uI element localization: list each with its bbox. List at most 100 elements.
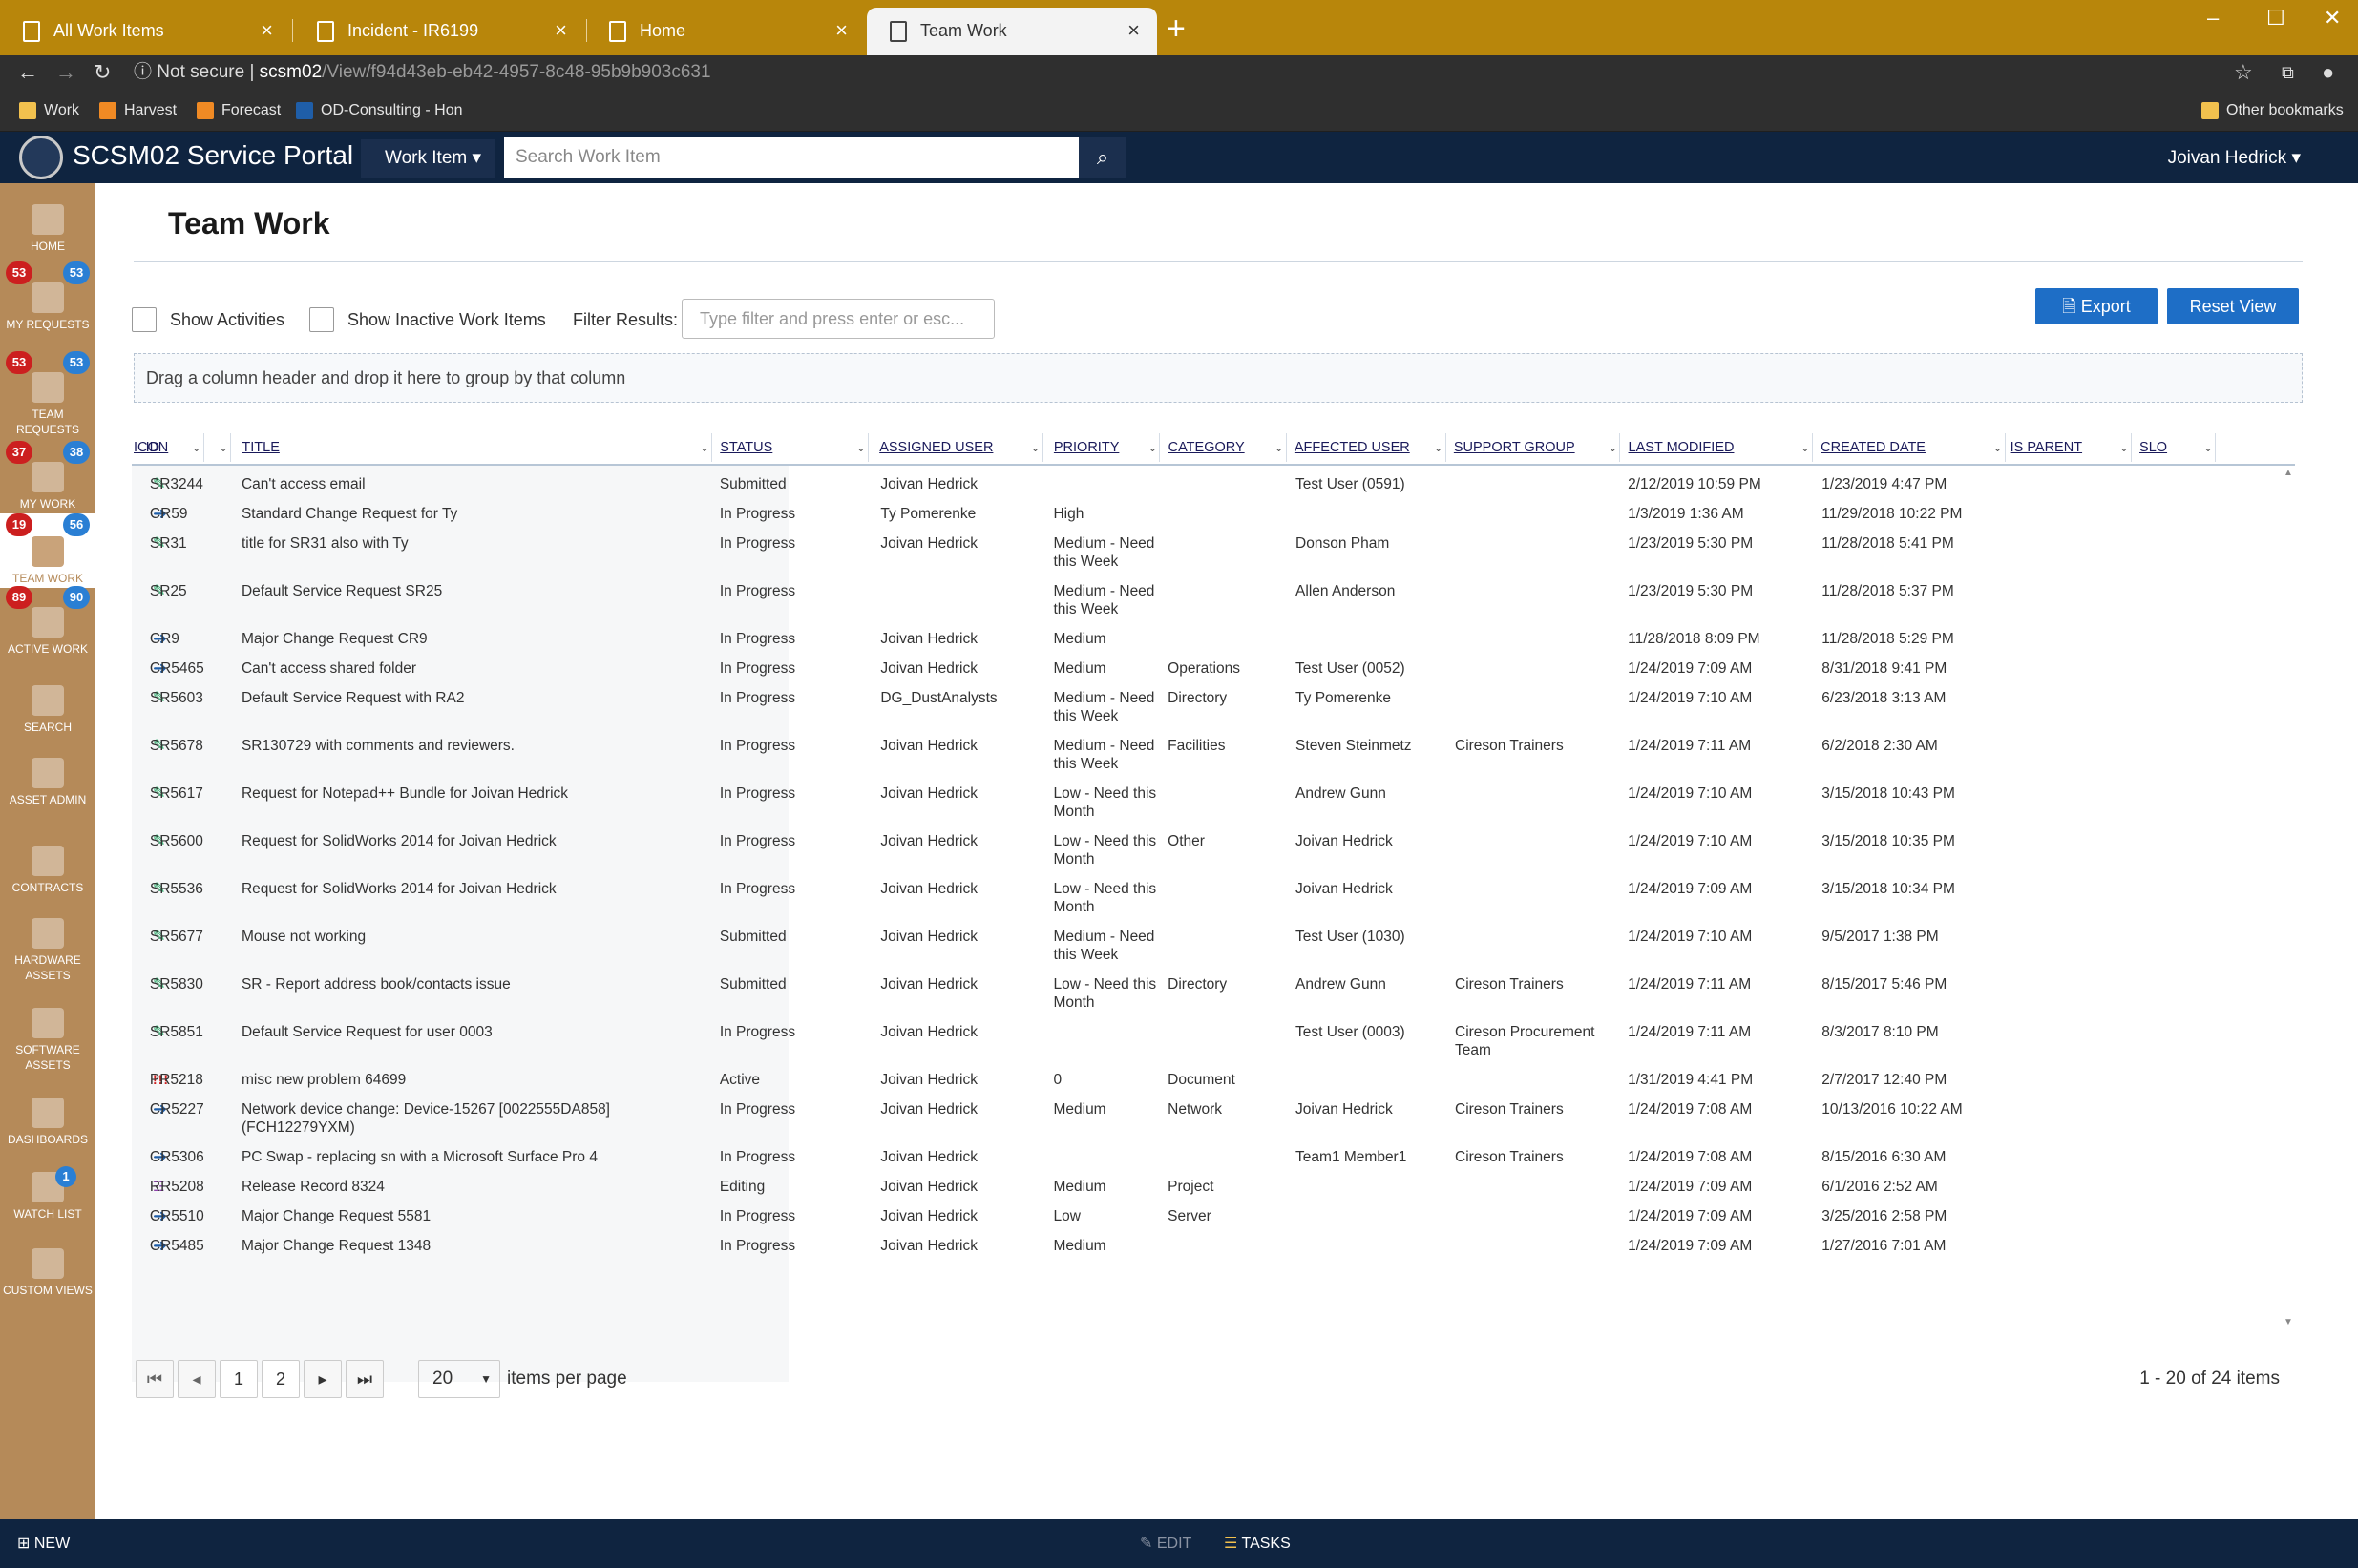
- bookmark-work[interactable]: Work: [19, 101, 79, 120]
- table-row[interactable]: ✎ SR3244 Can't access email Submitted Joivan…: [132, 475, 2295, 505]
- close-icon[interactable]: ×: [1127, 8, 1140, 53]
- cell-id[interactable]: SR3244: [150, 475, 241, 493]
- search-input[interactable]: [504, 137, 1079, 178]
- cell-title[interactable]: Major Change Request CR9: [242, 630, 710, 648]
- sidebar-item-watch-list[interactable]: 1 WATCH LIST: [0, 1166, 95, 1241]
- edit-button[interactable]: ✎ EDIT: [1140, 1534, 1191, 1553]
- cell-id[interactable]: SR5677: [150, 928, 241, 946]
- cell-title[interactable]: misc new problem 64699: [242, 1071, 710, 1089]
- back-icon[interactable]: ←: [17, 59, 38, 86]
- cell-id[interactable]: SR5603: [150, 689, 241, 707]
- sidebar-item-home[interactable]: HOME: [0, 195, 95, 261]
- sidebar-item-active-work[interactable]: 89 90 ACTIVE WORK: [0, 586, 95, 674]
- column-menu-icon[interactable]: ⌄: [2203, 433, 2213, 462]
- profile-icon[interactable]: ●: [2322, 59, 2334, 86]
- browser-tab-incident[interactable]: Incident - IR6199 ×: [294, 8, 584, 55]
- table-row[interactable]: ✎ SR25 Default Service Request SR25 In Prog…: [132, 582, 2295, 630]
- column-resize-handle[interactable]: [1042, 433, 1043, 462]
- sidebar-item-my-work[interactable]: 37 38 MY WORK: [0, 441, 95, 513]
- sidebar-item-hardware-assets[interactable]: HARDWARE ASSETS: [0, 914, 95, 1002]
- cell-id[interactable]: PR5218: [150, 1071, 241, 1089]
- close-icon[interactable]: ×: [555, 8, 567, 53]
- close-window-icon[interactable]: ✕: [2324, 6, 2341, 31]
- column-header-slo[interactable]: SLO ⌄: [2137, 433, 2219, 462]
- column-resize-handle[interactable]: [1285, 433, 1287, 462]
- column-resize-handle[interactable]: [2215, 433, 2217, 462]
- cell-title[interactable]: Major Change Request 5581: [242, 1207, 710, 1225]
- cell-title[interactable]: Mouse not working: [242, 928, 710, 946]
- sidebar-item-team-work[interactable]: 19 56 TEAM WORK: [0, 513, 95, 588]
- scroll-down-icon[interactable]: ▼: [2284, 1317, 2293, 1328]
- reset-view-button[interactable]: Reset View: [2167, 288, 2299, 324]
- browser-tab-all-work-items[interactable]: All Work Items ×: [0, 8, 290, 55]
- sidebar-item-custom-views[interactable]: CUSTOM VIEWS: [0, 1243, 95, 1330]
- column-resize-handle[interactable]: [230, 433, 232, 462]
- cell-id[interactable]: SR5830: [150, 975, 241, 993]
- tasks-button[interactable]: ☰ TASKS: [1224, 1534, 1291, 1553]
- column-menu-icon[interactable]: ⌄: [1800, 433, 1810, 462]
- table-row[interactable]: ➜ CR5510 Major Change Request 5581 In Progr…: [132, 1207, 2295, 1237]
- bookmark-forecast[interactable]: Forecast: [197, 101, 281, 120]
- filter-input[interactable]: [682, 299, 995, 339]
- search-button[interactable]: ⌕: [1079, 137, 1126, 178]
- cell-id[interactable]: SR5678: [150, 737, 241, 755]
- table-row[interactable]: ✎ SR31 title for SR31 also with Ty In Progr…: [132, 534, 2295, 582]
- column-header-status[interactable]: STATUS ⌄: [718, 433, 872, 462]
- browser-tab-team-work[interactable]: Team Work ×: [867, 8, 1157, 55]
- cell-title[interactable]: SR130729 with comments and reviewers.: [242, 737, 710, 755]
- prev-page-button[interactable]: ◂: [178, 1360, 216, 1398]
- next-page-button[interactable]: ▸: [304, 1360, 342, 1398]
- items-per-page-select[interactable]: 20 ▼: [418, 1360, 500, 1398]
- column-resize-handle[interactable]: [1812, 433, 1813, 462]
- bookmark-harvest[interactable]: Harvest: [99, 101, 177, 120]
- cell-id[interactable]: RR5208: [150, 1178, 241, 1196]
- cell-title[interactable]: Can't access email: [242, 475, 710, 493]
- checkbox-box[interactable]: [309, 307, 334, 332]
- column-header-assigned-user[interactable]: ASSIGNED USER ⌄: [877, 433, 1045, 462]
- cell-title[interactable]: Can't access shared folder: [242, 659, 710, 678]
- table-row[interactable]: ☷ RR5208 Release Record 8324 Editing Joivan …: [132, 1178, 2295, 1207]
- column-header-is-parent[interactable]: IS PARENT ⌄: [2009, 433, 2135, 462]
- table-row[interactable]: ➜ CR9 Major Change Request CR9 In Progress J…: [132, 630, 2295, 659]
- table-row[interactable]: ✎ SR5677 Mouse not working Submitted Joivan …: [132, 928, 2295, 975]
- cell-title[interactable]: Default Service Request SR25: [242, 582, 710, 600]
- column-header-affected-user[interactable]: AFFECTED USER ⌄: [1293, 433, 1449, 462]
- checkbox-box[interactable]: [132, 307, 157, 332]
- table-row[interactable]: !!! PR5218 misc new problem 64699 Active Joi…: [132, 1071, 2295, 1100]
- last-page-button[interactable]: ⏭: [346, 1360, 384, 1398]
- sidebar-item-my-requests[interactable]: 53 53 MY REQUESTS: [0, 261, 95, 351]
- cell-id[interactable]: SR5851: [150, 1023, 241, 1041]
- scroll-up-icon[interactable]: ▲: [2284, 468, 2293, 478]
- work-item-dropdown[interactable]: Work Item ▾: [361, 139, 495, 178]
- page-1-button[interactable]: 1: [220, 1360, 258, 1398]
- cell-title[interactable]: Default Service Request with RA2: [242, 689, 710, 707]
- sidebar-item-software-assets[interactable]: SOFTWARE ASSETS: [0, 1004, 95, 1092]
- cell-id[interactable]: CR5465: [150, 659, 241, 678]
- cell-title[interactable]: Network device change: Device-15267 [002…: [242, 1100, 710, 1137]
- table-row[interactable]: ➜ CR5485 Major Change Request 1348 In Progr…: [132, 1237, 2295, 1266]
- grid-scrollbar[interactable]: ▲ ▼: [2284, 466, 2295, 1336]
- show-inactive-checkbox[interactable]: Show Inactive Work Items: [309, 307, 546, 332]
- show-activities-checkbox[interactable]: Show Activities: [132, 307, 284, 332]
- group-drop-zone[interactable]: Drag a column header and drop it here to…: [134, 353, 2303, 403]
- column-header-priority[interactable]: PRIORITY ⌄: [1052, 433, 1164, 462]
- cell-id[interactable]: CR5227: [150, 1100, 241, 1119]
- table-row[interactable]: ✎ SR5830 SR - Report address book/contacts…: [132, 975, 2295, 1023]
- cell-id[interactable]: SR25: [150, 582, 241, 600]
- cell-id[interactable]: CR59: [150, 505, 241, 523]
- column-menu-icon[interactable]: ⌄: [1434, 433, 1443, 462]
- table-row[interactable]: ➜ CR5227 Network device change: Device-152…: [132, 1100, 2295, 1148]
- cell-title[interactable]: Release Record 8324: [242, 1178, 710, 1196]
- column-header-last-modified[interactable]: LAST MODIFIED ⌄: [1627, 433, 1816, 462]
- cell-id[interactable]: CR9: [150, 630, 241, 648]
- cell-id[interactable]: SR5600: [150, 832, 241, 850]
- table-row[interactable]: ✎ SR5678 SR130729 with comments and review…: [132, 737, 2295, 784]
- table-row[interactable]: ✎ SR5600 Request for SolidWorks 2014 for J…: [132, 832, 2295, 880]
- column-resize-handle[interactable]: [711, 433, 713, 462]
- column-header-created-date[interactable]: CREATED DATE ⌄: [1819, 433, 2008, 462]
- column-resize-handle[interactable]: [1619, 433, 1621, 462]
- cell-title[interactable]: Request for SolidWorks 2014 for Joivan H…: [242, 832, 710, 850]
- other-bookmarks[interactable]: Other bookmarks: [2201, 101, 2344, 120]
- column-menu-icon[interactable]: ⌄: [2119, 433, 2129, 462]
- column-resize-handle[interactable]: [2004, 433, 2006, 462]
